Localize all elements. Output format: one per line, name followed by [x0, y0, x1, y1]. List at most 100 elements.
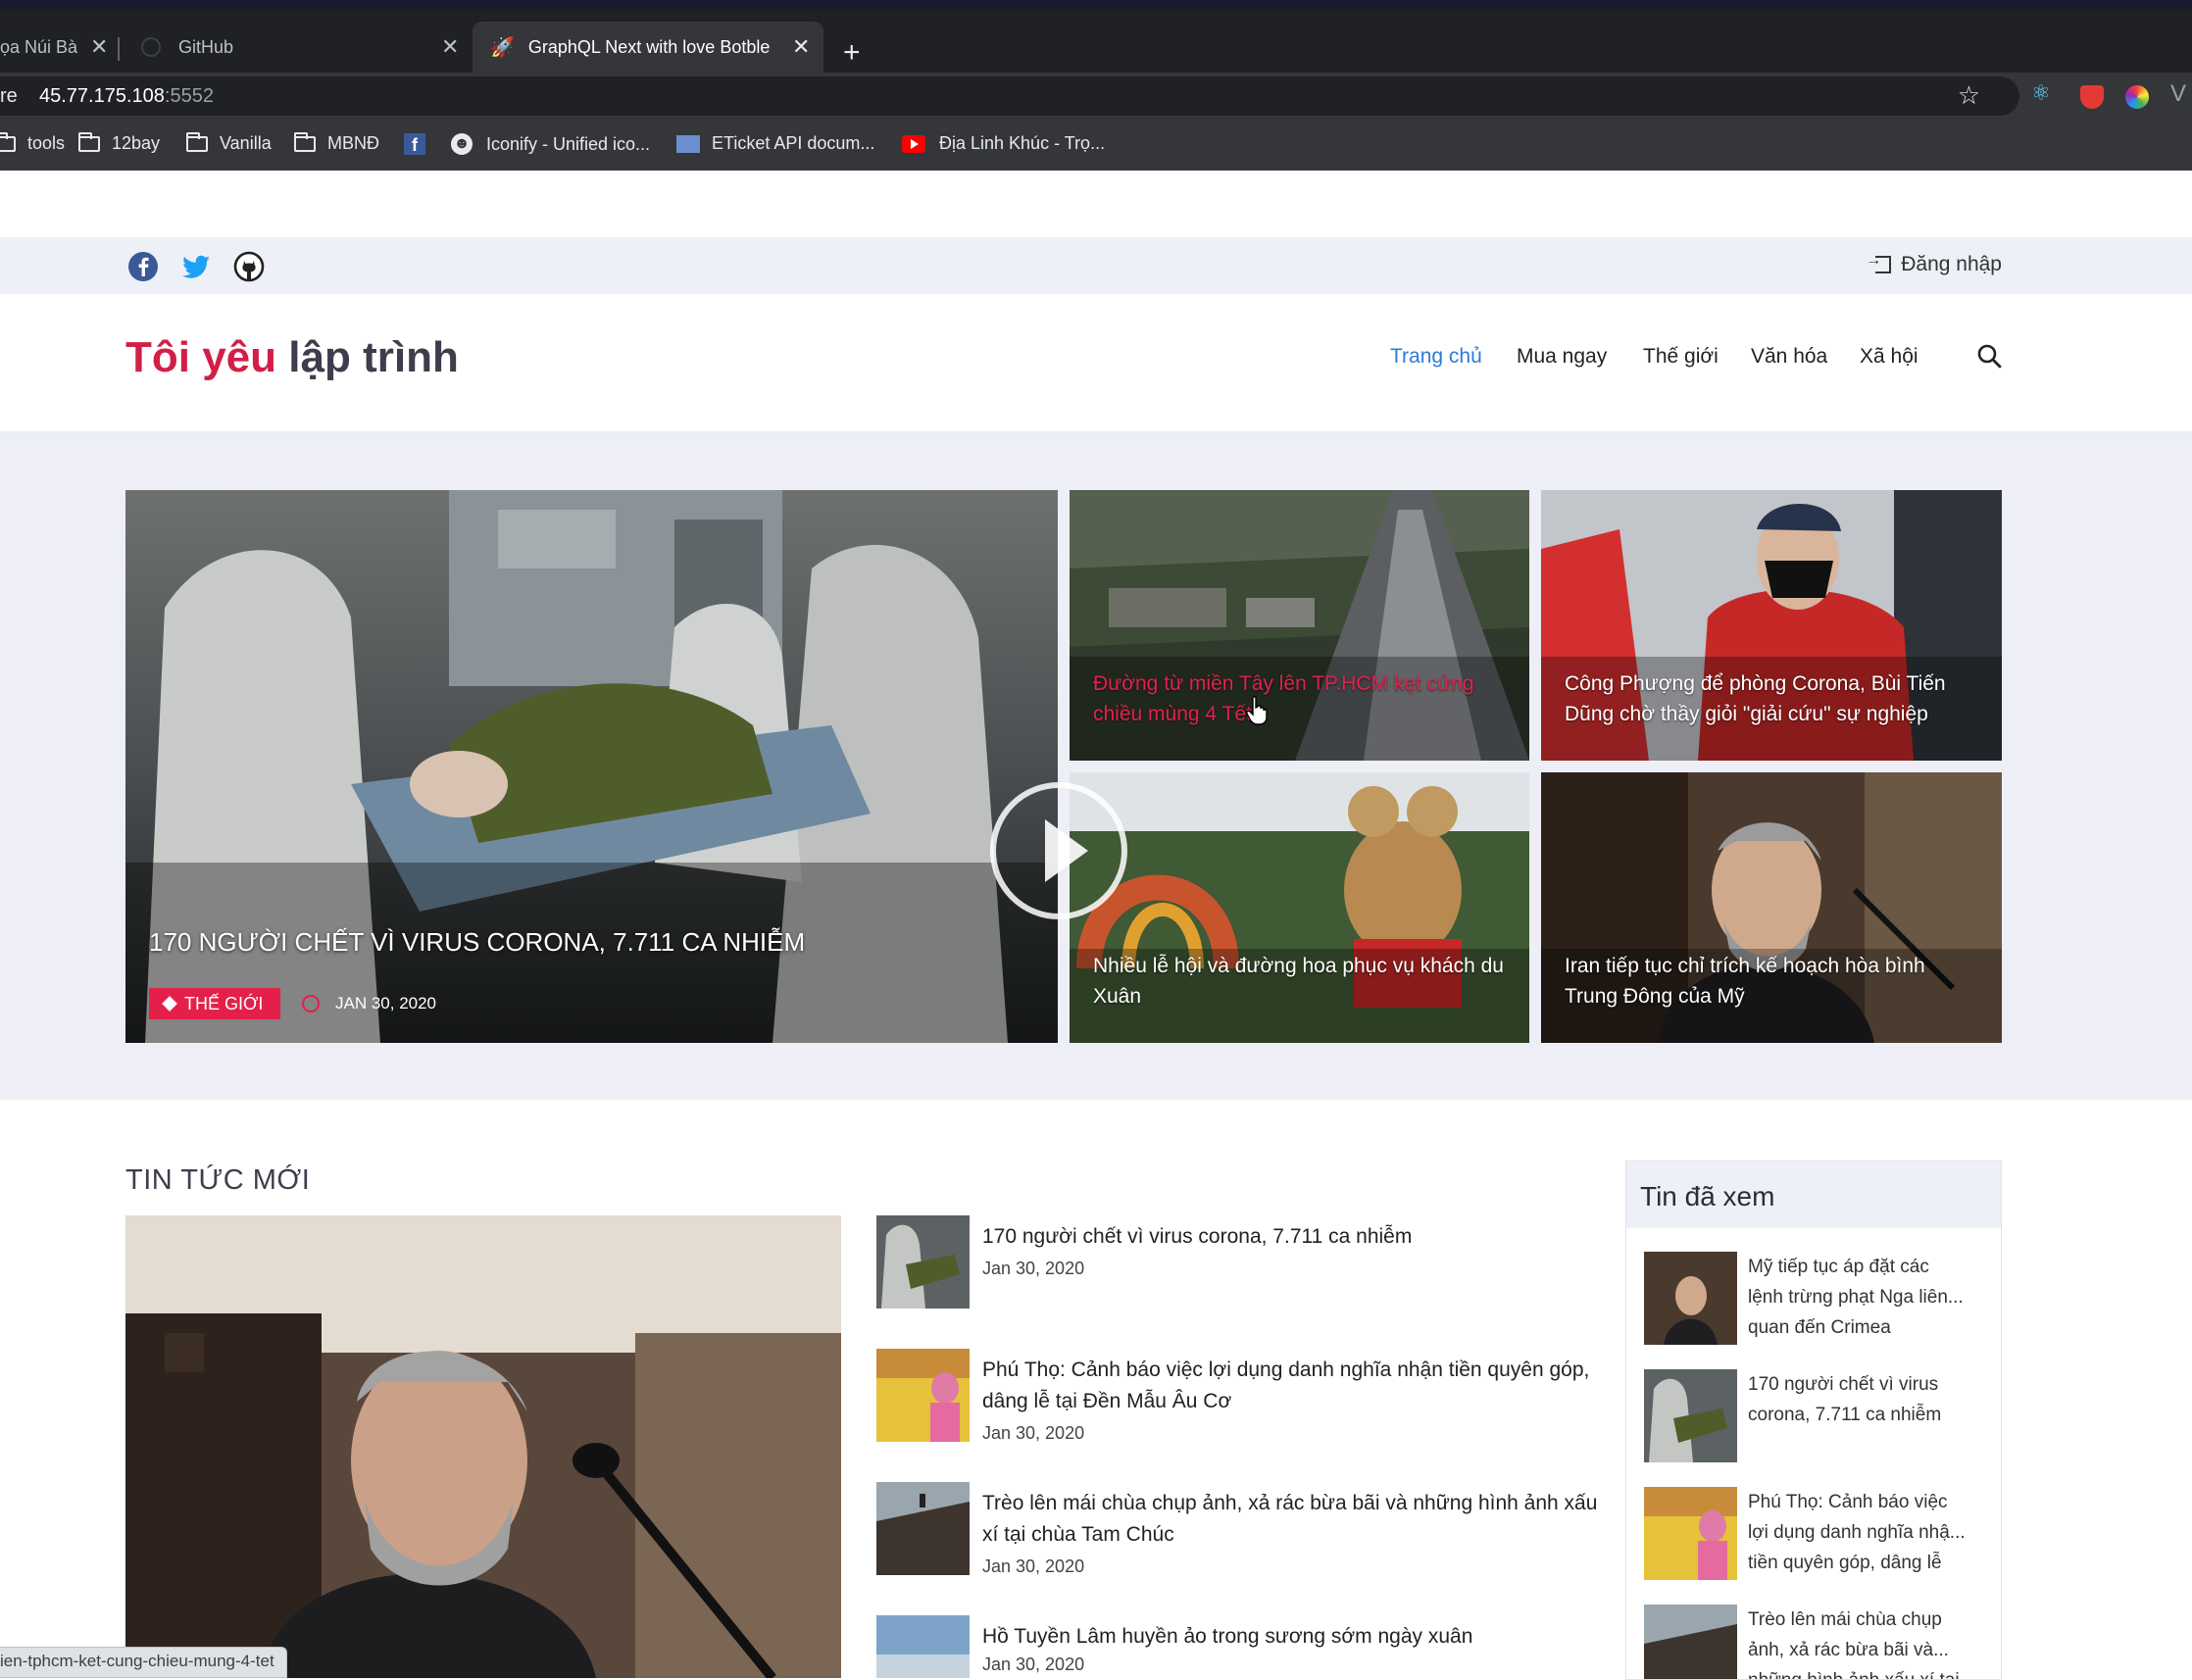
featured-main-title[interactable]: 170 NGƯỜI CHẾT VÌ VIRUS CORONA, 7.711 CA…: [149, 927, 805, 958]
news-thumbnail[interactable]: [876, 1349, 970, 1442]
site-logo[interactable]: Tôi yêu lập trình: [125, 333, 459, 382]
vue-devtools-icon[interactable]: V: [2170, 80, 2192, 107]
github-icon[interactable]: [233, 251, 265, 282]
seen-title-line: những hình ảnh xấu xí tại: [1748, 1665, 1983, 1679]
bookmark-tools[interactable]: tools: [0, 131, 66, 154]
seen-item[interactable]: 170 người chết vì virus corona, 7.711 ca…: [1644, 1369, 1987, 1465]
facebook-icon[interactable]: [127, 251, 159, 282]
news-date: Jan 30, 2020: [982, 1259, 1085, 1278]
folder-icon: [78, 131, 100, 152]
category-label: THẾ GIỚI: [184, 993, 264, 1013]
bookmark-dia-linh-khuc[interactable]: Địa Linh Khúc - Trọ...: [902, 133, 1105, 154]
nav-trang-chu[interactable]: Trang chủ: [1390, 345, 1482, 369]
bookmark-star-icon[interactable]: ☆: [1958, 80, 1980, 111]
news-item[interactable]: 170 người chết vì virus corona, 7.711 ca…: [876, 1215, 1602, 1311]
news-date: Jan 30, 2020: [982, 1423, 1085, 1443]
featured-card-festival[interactable]: Nhiều lễ hội và đường hoa phục vụ khách …: [1070, 772, 1529, 1043]
seen-title-line: Mỹ tiếp tục áp đặt các: [1748, 1257, 1929, 1277]
seen-title-line: corona, 7.711 ca nhiễm: [1748, 1405, 1942, 1425]
nav-xa-hoi[interactable]: Xã hội: [1860, 345, 1918, 369]
login-icon: [1866, 252, 1892, 273]
news-title[interactable]: Hồ Tuyền Lâm huyền ảo trong sương sớm ng…: [982, 1621, 1602, 1653]
tab-close-icon[interactable]: ✕: [792, 34, 810, 60]
bookmark-label: 12bay: [112, 133, 161, 153]
bookmark-facebook[interactable]: f: [404, 133, 437, 155]
featured-card-title[interactable]: Công Phượng để phòng Corona, Bùi Tiến Dũ…: [1565, 668, 1976, 729]
seen-thumbnail[interactable]: [1644, 1369, 1737, 1462]
search-icon[interactable]: [1976, 343, 2002, 369]
featured-main-card[interactable]: 170 NGƯỜI CHẾT VÌ VIRUS CORONA, 7.711 CA…: [125, 490, 1058, 1043]
news-thumbnail[interactable]: [876, 1482, 970, 1575]
featured-card-title[interactable]: Iran tiếp tục chỉ trích kế hoạch hòa bìn…: [1565, 951, 1976, 1012]
bookmark-iconify[interactable]: ☻ Iconify - Unified ico...: [451, 133, 650, 155]
nav-the-gioi[interactable]: Thế giới: [1643, 345, 1719, 369]
featured-card-cong-phuong[interactable]: Công Phượng để phòng Corona, Bùi Tiến Dũ…: [1541, 490, 2002, 761]
seen-title[interactable]: Phú Thọ: Cảnh báo việc lợi dụng danh ngh…: [1748, 1487, 1983, 1578]
status-bar-url: ien-tphcm-ket-cung-chieu-mung-4-tet: [0, 1647, 287, 1678]
browser-chrome: ọa Núi Bà ✕ GitHub ✕ 🚀 GraphQL Next with…: [0, 0, 2192, 171]
tab-active[interactable]: 🚀 GraphQL Next with love Botble ✕: [473, 22, 823, 73]
featured-card-traffic[interactable]: Đường từ miền Tây lên TP.HCM kẹt cứng ch…: [1070, 490, 1529, 761]
seen-item[interactable]: Trèo lên mái chùa chụp ảnh, xả rác bừa b…: [1644, 1605, 1987, 1679]
news-thumbnail[interactable]: [876, 1615, 970, 1678]
news-item[interactable]: Hồ Tuyền Lâm huyền ảo trong sương sớm ng…: [876, 1615, 1602, 1678]
featured-card-title[interactable]: Đường từ miền Tây lên TP.HCM kẹt cứng ch…: [1093, 668, 1505, 729]
tab-1[interactable]: ọa Núi Bà ✕: [0, 22, 110, 73]
bookmark-label: Iconify - Unified ico...: [486, 133, 651, 154]
color-picker-extension-icon[interactable]: [2125, 85, 2149, 109]
bookmark-mbnd[interactable]: MBNĐ: [294, 131, 379, 154]
address-bar[interactable]: re 45.77.175.108:5552 ☆: [0, 76, 2019, 116]
play-icon[interactable]: [990, 782, 1127, 919]
hand-cursor-icon: [1246, 696, 1268, 725]
tab-close-icon[interactable]: ✕: [441, 34, 459, 60]
login-link[interactable]: Đăng nhập: [1866, 252, 2002, 276]
news-title[interactable]: Trèo lên mái chùa chụp ảnh, xả rác bừa b…: [982, 1488, 1610, 1551]
shield-extension-icon[interactable]: [2080, 85, 2104, 109]
title-strip: [0, 0, 2192, 10]
bookmarks-bar: tools 12bay Vanilla MBNĐ f ☻ Iconify - Un…: [0, 120, 2192, 171]
folder-icon: [186, 131, 208, 152]
recently-viewed-panel: Tin đã xem Mỹ tiếp tục áp đặt các lệnh t…: [1625, 1161, 2002, 1680]
seen-thumbnail[interactable]: [1644, 1605, 1737, 1679]
seen-thumbnail[interactable]: [1644, 1252, 1737, 1345]
logo-part-red: Tôi yêu: [125, 333, 277, 381]
seen-thumbnail[interactable]: [1644, 1487, 1737, 1580]
seen-item[interactable]: Mỹ tiếp tục áp đặt các lệnh trừng phạt N…: [1644, 1252, 1987, 1348]
seen-title[interactable]: 170 người chết vì virus corona, 7.711 ca…: [1748, 1369, 1983, 1430]
bookmark-label: tools: [27, 133, 66, 153]
seen-item[interactable]: Phú Thọ: Cảnh báo việc lợi dụng danh ngh…: [1644, 1487, 1987, 1583]
news-title[interactable]: Phú Thọ: Cảnh báo việc lợi dụng danh ngh…: [982, 1355, 1610, 1417]
featured-date: JAN 30, 2020: [302, 994, 436, 1013]
latest-news-heading: TIN TỨC MỚI: [125, 1164, 311, 1196]
news-title[interactable]: 170 người chết vì virus corona, 7.711 ca…: [982, 1221, 1610, 1253]
bookmark-vanilla[interactable]: Vanilla: [186, 131, 272, 154]
seen-title-line: 170 người chết vì virus: [1748, 1374, 1939, 1395]
facebook-icon: f: [404, 133, 425, 155]
news-thumbnail[interactable]: [876, 1215, 970, 1309]
category-badge[interactable]: THẾ GIỚI: [149, 988, 281, 1019]
social-topbar: Đăng nhập: [0, 237, 2192, 294]
react-devtools-icon[interactable]: ⚛: [2031, 80, 2055, 105]
bookmark-eticket[interactable]: ETicket API docum...: [676, 133, 874, 154]
news-item[interactable]: Phú Thọ: Cảnh báo việc lợi dụng danh ngh…: [876, 1349, 1602, 1445]
seen-title[interactable]: Mỹ tiếp tục áp đặt các lệnh trừng phạt N…: [1748, 1252, 1983, 1343]
nav-van-hoa[interactable]: Văn hóa: [1751, 345, 1827, 369]
thumb-hospital: [876, 1215, 970, 1309]
folder-icon: [0, 131, 16, 152]
tab-github[interactable]: GitHub ✕: [141, 22, 465, 73]
featured-card-title[interactable]: Nhiều lễ hội và đường hoa phục vụ khách …: [1093, 951, 1515, 1012]
news-item[interactable]: Trèo lên mái chùa chụp ảnh, xả rác bừa b…: [876, 1482, 1602, 1578]
twitter-icon[interactable]: [180, 251, 212, 282]
clock-icon: [302, 995, 320, 1013]
featured-card-iran[interactable]: Iran tiếp tục chỉ trích kế hoạch hòa bìn…: [1541, 772, 2002, 1043]
latest-feature-image[interactable]: [125, 1215, 841, 1678]
url-text[interactable]: 45.77.175.108:5552: [39, 85, 214, 108]
thumb-pagoda: [876, 1482, 970, 1575]
tab-strip: ọa Núi Bà ✕ GitHub ✕ 🚀 GraphQL Next with…: [0, 16, 2192, 73]
bookmark-12bay[interactable]: 12bay: [78, 131, 161, 154]
seen-title[interactable]: Trèo lên mái chùa chụp ảnh, xả rác bừa b…: [1748, 1605, 1983, 1679]
tab-close-icon[interactable]: ✕: [90, 34, 108, 60]
new-tab-button[interactable]: +: [843, 38, 861, 68]
tab-title: GitHub: [178, 36, 234, 57]
nav-mua-ngay[interactable]: Mua ngay: [1517, 345, 1607, 369]
